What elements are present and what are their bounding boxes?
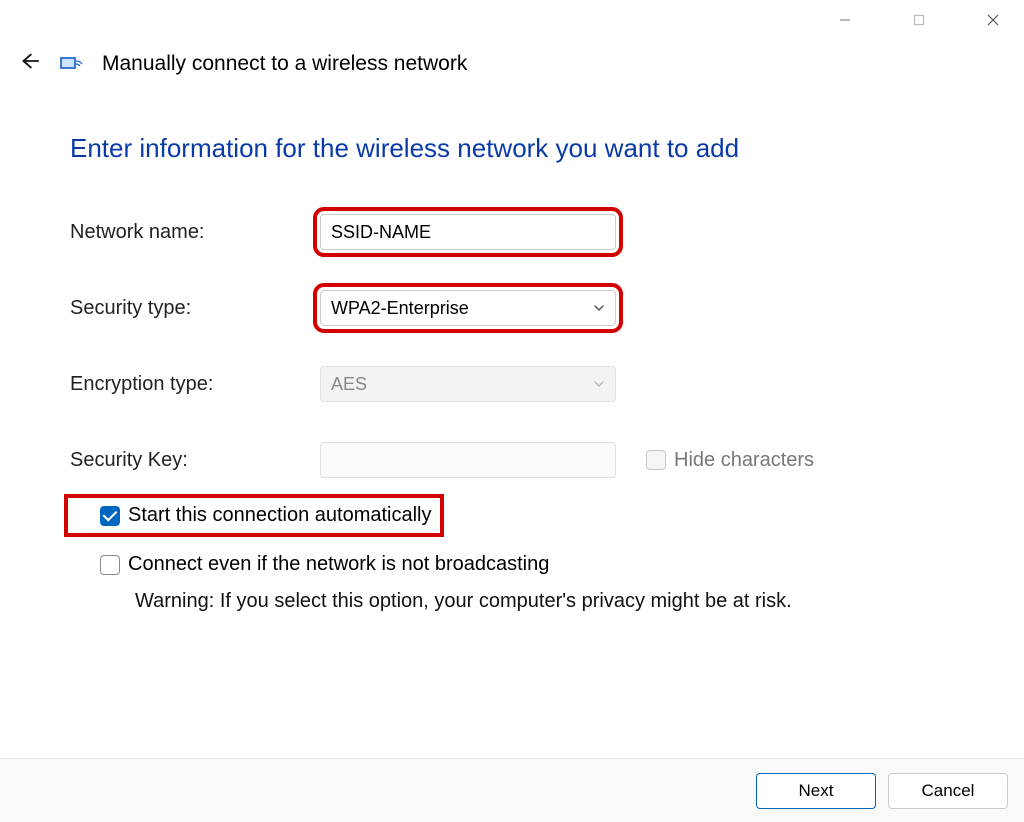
encryption-type-value: AES	[331, 374, 367, 395]
wizard-footer: Next Cancel	[0, 758, 1024, 822]
network-name-input[interactable]	[320, 214, 616, 250]
encryption-type-select: AES	[320, 366, 616, 402]
auto-connect-label: Start this connection automatically	[128, 504, 432, 527]
auto-connect-checkbox[interactable]	[100, 506, 120, 526]
minimize-button[interactable]	[822, 4, 868, 36]
security-type-value: WPA2-Enterprise	[331, 298, 469, 319]
back-arrow-icon[interactable]	[18, 50, 40, 77]
warning-text: Warning: If you select this option, your…	[135, 590, 954, 613]
wireless-wizard-icon	[58, 51, 84, 77]
page-heading: Enter information for the wireless netwo…	[70, 133, 954, 164]
window-titlebar	[0, 0, 1024, 40]
close-button[interactable]	[970, 4, 1016, 36]
hide-characters-label: Hide characters	[674, 449, 814, 472]
cancel-button[interactable]: Cancel	[888, 773, 1008, 809]
hide-characters-checkbox	[646, 450, 666, 470]
connect-hidden-checkbox[interactable]	[100, 555, 120, 575]
wizard-content: Enter information for the wireless netwo…	[0, 77, 1024, 613]
maximize-button[interactable]	[896, 4, 942, 36]
chevron-down-icon	[593, 298, 605, 319]
next-button[interactable]: Next	[756, 773, 876, 809]
security-key-label: Security Key:	[70, 449, 320, 472]
wizard-header: Manually connect to a wireless network	[0, 40, 1024, 77]
wizard-title: Manually connect to a wireless network	[102, 52, 467, 76]
security-type-label: Security type:	[70, 297, 320, 320]
chevron-down-icon	[593, 374, 605, 395]
security-type-select[interactable]: WPA2-Enterprise	[320, 290, 616, 326]
security-key-input	[320, 442, 616, 478]
network-name-label: Network name:	[70, 221, 320, 244]
encryption-type-label: Encryption type:	[70, 373, 320, 396]
connect-hidden-label: Connect even if the network is not broad…	[128, 553, 549, 576]
